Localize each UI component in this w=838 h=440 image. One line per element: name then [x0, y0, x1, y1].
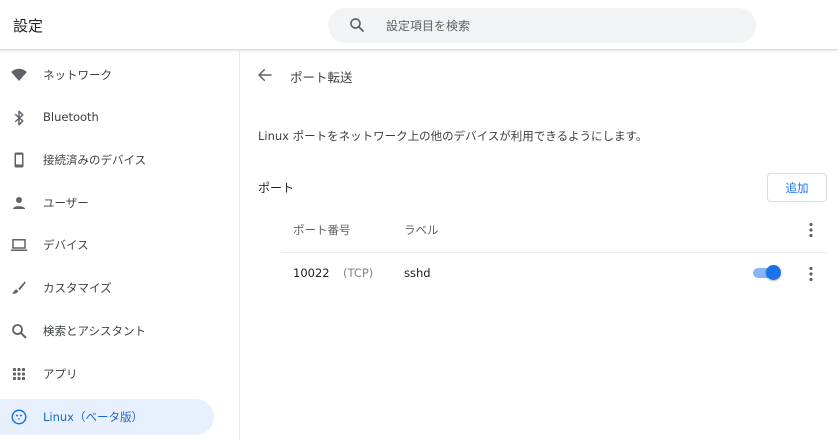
wifi-icon	[11, 68, 27, 81]
toggle-knob	[766, 265, 781, 280]
sidebar-item-linux[interactable]: Linux（ベータ版）	[0, 399, 214, 435]
sidebar-item-label: デバイス	[43, 238, 89, 252]
search-icon	[350, 18, 364, 32]
column-header-port: ポート番号	[293, 223, 351, 237]
sidebar-item-device[interactable]: デバイス	[0, 227, 214, 263]
back-arrow-icon[interactable]	[256, 66, 274, 84]
port-enabled-toggle[interactable]	[753, 264, 781, 282]
sidebar-item-users[interactable]: ユーザー	[0, 185, 214, 221]
sidebar-item-label: ユーザー	[43, 196, 89, 210]
top-bar: 設定	[0, 0, 838, 50]
search-box[interactable]	[328, 8, 756, 43]
sidebar-item-label: アプリ	[43, 367, 78, 381]
sidebar-item-label: Linux（ベータ版）	[43, 410, 143, 424]
bluetooth-icon	[14, 110, 24, 126]
sidebar-item-apps[interactable]: アプリ	[0, 356, 214, 392]
sidebar-item-label: Bluetooth	[43, 110, 99, 124]
sidebar-item-connected-devices[interactable]: 接続済みのデバイス	[0, 142, 214, 178]
person-icon	[13, 197, 25, 209]
sidebar-item-personalization[interactable]: カスタマイズ	[0, 270, 214, 306]
port-number: 10022	[293, 266, 330, 280]
search-input[interactable]	[386, 8, 736, 43]
more-vert-icon[interactable]	[803, 265, 819, 283]
page-description: Linux ポートをネットワーク上の他のデバイスが利用できるようにします。	[258, 129, 648, 143]
section-title: ポート	[258, 181, 295, 195]
sidebar-item-label: カスタマイズ	[43, 281, 112, 295]
phone-icon	[14, 152, 24, 168]
more-vert-icon[interactable]	[803, 221, 819, 239]
penguin-icon	[11, 409, 27, 425]
main-content: ポート転送 Linux ポートをネットワーク上の他のデバイスが利用できるようにし…	[241, 51, 838, 440]
add-port-button[interactable]: 追加	[767, 173, 827, 202]
sidebar-item-label: 検索とアシスタント	[43, 324, 147, 338]
column-header-label: ラベル	[404, 223, 439, 237]
app-title: 設定	[13, 17, 44, 35]
brush-icon	[12, 281, 26, 294]
sidebar-item-network[interactable]: ネットワーク	[0, 57, 214, 93]
sidebar-item-label: ネットワーク	[43, 68, 112, 82]
port-label: sshd	[404, 266, 431, 280]
search-icon	[12, 324, 27, 339]
apps-grid-icon	[13, 368, 25, 380]
sidebar: ネットワーク Bluetooth 接続済みのデバイス ユーザー デバイス カスタ…	[0, 51, 240, 440]
divider	[282, 252, 828, 253]
port-protocol: (TCP)	[343, 266, 374, 280]
sidebar-item-search-assistant[interactable]: 検索とアシスタント	[0, 313, 214, 349]
sidebar-item-bluetooth[interactable]: Bluetooth	[0, 100, 214, 136]
sidebar-item-label: 接続済みのデバイス	[43, 153, 147, 167]
laptop-icon	[10, 239, 28, 251]
page-title: ポート転送	[290, 70, 353, 85]
